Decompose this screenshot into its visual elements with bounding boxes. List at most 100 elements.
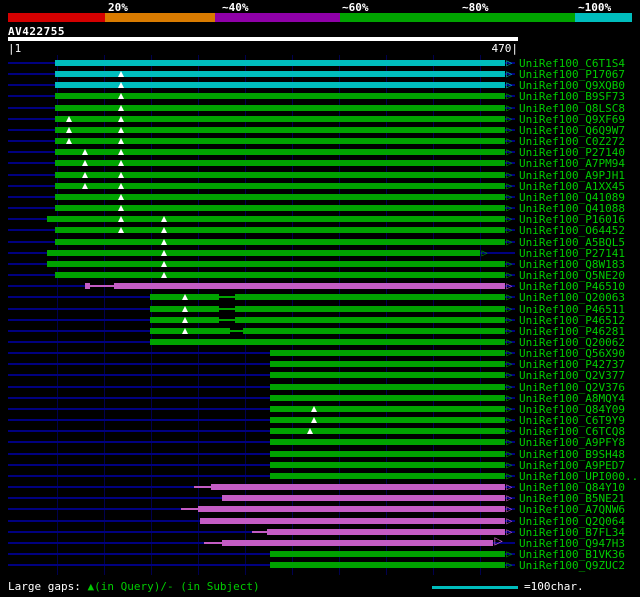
gap-mark-icon (311, 417, 318, 424)
uniref-label[interactable]: UniRef100_Q20063 (519, 292, 625, 303)
alignment-segment[interactable] (270, 361, 506, 368)
alignment-segment[interactable] (234, 305, 506, 312)
subject-arrow-icon: ▷ (506, 515, 513, 527)
subject-arrow-icon: ▷ (506, 169, 513, 181)
alignment-segment[interactable] (270, 472, 506, 479)
gap-mark-icon (118, 115, 125, 122)
uniref-label[interactable]: UniRef100_A7PM94 (519, 158, 625, 169)
subject-arrow-icon: ▷ (506, 337, 513, 348)
alignment-segment[interactable] (150, 339, 506, 345)
alignment-segment[interactable] (234, 316, 506, 323)
alignment-segment[interactable] (243, 327, 506, 334)
alignment-row: ▷ UniRef100_O64452 (0, 225, 640, 236)
uniref-label[interactable]: UniRef100_Q2V377 (519, 370, 625, 381)
uniref-label[interactable]: UniRef100_A7QNW6 (519, 504, 625, 515)
uniref-label[interactable]: UniRef100_Q2V376 (519, 382, 625, 393)
alignment-segment[interactable] (270, 439, 506, 446)
alignment-segment[interactable] (197, 506, 506, 513)
subject-arrow-icon: ▷ (506, 482, 513, 494)
subject-arrow-icon: ▷ (506, 136, 513, 148)
alignment-segment[interactable] (270, 551, 506, 558)
alignment-segment[interactable] (270, 428, 506, 435)
subject-arrow-icon: ▷ (506, 270, 513, 282)
gap-mark-icon (161, 272, 168, 279)
gap-mark-icon (118, 171, 125, 178)
alignment-segment[interactable] (270, 417, 506, 424)
alignment-row: ▷ UniRef100_A5BQL5 (0, 237, 640, 248)
uniref-label[interactable]: UniRef100_B9SH48 (519, 449, 625, 460)
alignment-segment[interactable] (46, 260, 506, 267)
gap-mark-icon (118, 182, 125, 189)
subject-arrow-icon: ▷ (506, 325, 513, 337)
alignment-segment[interactable] (266, 528, 506, 535)
alignment-segment[interactable] (270, 405, 506, 412)
subject-arrow-icon: ▷ (506, 292, 513, 304)
alignment-segment[interactable] (270, 394, 506, 401)
alignment-segment[interactable] (270, 461, 506, 468)
uniref-label[interactable]: UniRef100_O64452 (519, 225, 625, 236)
uniref-label[interactable]: UniRef100_A5BQL5 (519, 237, 625, 248)
legend-gaps-detail: ▲(in Query)/- (in Subject) (87, 580, 260, 593)
legend-gaps-prefix: Large gaps: (8, 580, 88, 593)
alignment-plot: ▷ UniRef100_C6T1S4 ▷ UniRef100_P17067 ▷ UniRe… (0, 0, 640, 597)
gap-mark-icon (161, 238, 168, 245)
uniref-label[interactable]: UniRef100_Q2Q064 (519, 516, 625, 527)
alignment-segment[interactable] (270, 562, 506, 569)
subject-arrow-icon: ▷ (506, 124, 513, 136)
subject-arrow-icon: ▷ (506, 448, 513, 460)
gap-mark-icon (161, 216, 168, 223)
alignment-row: ▷ UniRef100_A9PFY8 (0, 437, 640, 448)
subject-arrow-icon: ▷ (506, 314, 513, 326)
subject-arrow-icon: ▷ (506, 180, 513, 192)
alignment-segment[interactable] (234, 294, 506, 301)
gap-mark-icon (66, 126, 73, 133)
subject-arrow-icon: ▷ (506, 415, 513, 427)
gap-mark-icon (118, 205, 125, 212)
subject-arrow-icon: ▷ (506, 80, 513, 92)
alignment-segment[interactable] (55, 238, 506, 245)
subject-arrow-icon: ▷ (494, 532, 503, 549)
uniref-label[interactable]: UniRef100_A9PJH1 (519, 170, 625, 181)
uniref-label[interactable]: UniRef100_P46511 (519, 304, 625, 315)
subject-arrow-icon: ▷ (506, 549, 513, 561)
subject-arrow-icon: ▷ (506, 303, 513, 315)
alignment-segment[interactable] (270, 450, 506, 457)
alignment-row: ▷ UniRef100_A9PJH1 (0, 170, 640, 181)
alignment-segment[interactable] (270, 372, 506, 379)
alignment-segment[interactable] (221, 539, 494, 546)
gap-mark-icon (118, 193, 125, 200)
gap-mark-icon (118, 126, 125, 133)
subject-arrow-icon: ▷ (506, 560, 513, 572)
gap-mark-icon (161, 227, 168, 234)
alignment-segment[interactable] (46, 216, 506, 223)
alignment-segment[interactable] (221, 495, 506, 502)
alignment-segment[interactable] (270, 383, 506, 390)
subject-arrow-icon: ▷ (506, 236, 513, 248)
subject-arrow-icon: ▷ (506, 102, 513, 114)
subject-arrow-icon: ▷ (506, 225, 513, 237)
subject-arrow-icon: ▷ (481, 247, 488, 259)
uniref-label[interactable]: UniRef100_B9SF73 (519, 91, 625, 102)
uniref-label[interactable]: UniRef100_A9PFY8 (519, 437, 625, 448)
subject-arrow-icon: ▷ (506, 526, 513, 538)
subject-arrow-icon: ▷ (506, 493, 513, 505)
alignment-segment[interactable] (113, 283, 506, 290)
gap-mark-icon (81, 160, 88, 167)
uniref-label[interactable]: UniRef100_Q8LSC8 (519, 103, 625, 114)
alignment-segment[interactable] (210, 484, 506, 491)
gap-mark-icon (81, 171, 88, 178)
legend-unit-label: =100char. (524, 580, 584, 593)
alignment-segment[interactable] (150, 327, 231, 334)
subject-arrow-icon: ▷ (506, 258, 513, 270)
alignment-segment[interactable] (55, 60, 506, 66)
alignment-segment[interactable] (270, 350, 506, 357)
subject-arrow-icon: ▷ (506, 348, 513, 360)
alignment-row: ▷ UniRef100_Q2Q064 (0, 516, 640, 527)
alignment-segment[interactable] (200, 517, 506, 524)
alignment-segment[interactable] (84, 283, 90, 290)
alignment-segment[interactable] (55, 272, 506, 279)
alignment-segment[interactable] (46, 249, 481, 256)
alignment-row: ▷ UniRef100_A7PM94 (0, 158, 640, 169)
subject-arrow-icon: ▷ (506, 459, 513, 471)
uniref-label[interactable]: UniRef100_Q9ZUC2 (519, 560, 625, 571)
